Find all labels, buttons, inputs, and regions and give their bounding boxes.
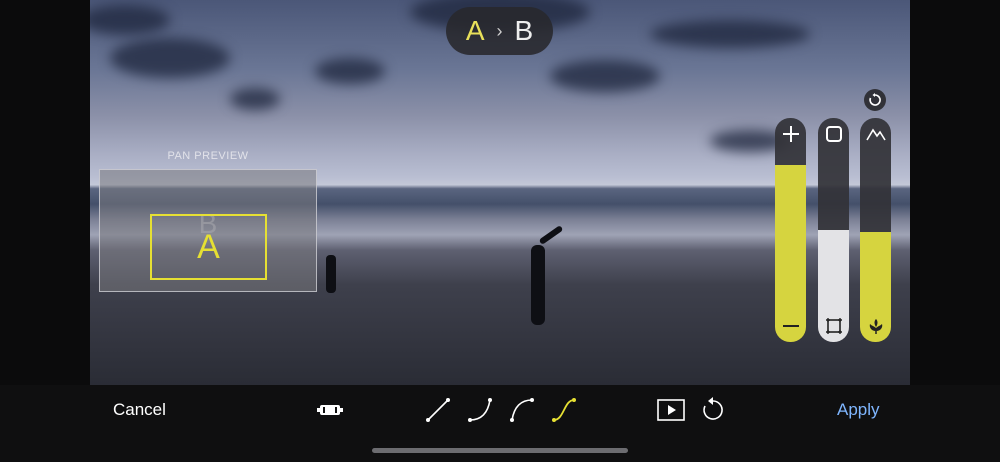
person-silhouette (531, 245, 545, 325)
ab-indicator[interactable]: A › B (446, 7, 553, 55)
toolbar-background (910, 385, 1000, 462)
cloud (315, 58, 385, 84)
cancel-button[interactable]: Cancel (113, 400, 166, 420)
square-icon (818, 124, 849, 144)
person-silhouette (538, 225, 564, 245)
crop-frame-icon (818, 316, 849, 336)
cloud (550, 60, 660, 92)
mountain-icon (860, 124, 891, 144)
cloud (650, 20, 810, 48)
linear-curve-icon[interactable] (424, 396, 452, 424)
person-silhouette (326, 255, 336, 293)
minus-icon (775, 316, 806, 336)
cloud (110, 38, 230, 78)
trim-handle-icon[interactable] (316, 396, 344, 424)
undo-icon[interactable] (699, 396, 727, 424)
play-icon[interactable] (657, 396, 685, 424)
pan-start-frame[interactable]: A (150, 214, 267, 280)
frame-slider[interactable] (818, 118, 849, 342)
ease-in-curve-icon[interactable] (466, 396, 494, 424)
apply-button[interactable]: Apply (837, 400, 880, 420)
point-b-label: B (514, 15, 534, 46)
flower-icon (860, 316, 891, 336)
plus-icon (775, 124, 806, 144)
chevron-right-icon: › (496, 20, 503, 41)
cloud (90, 5, 170, 35)
zoom-slider[interactable] (775, 118, 806, 342)
reset-icon[interactable] (864, 89, 886, 111)
ease-out-curve-icon[interactable] (508, 396, 536, 424)
toolbar-background (0, 385, 90, 462)
pan-preview-label: PAN PREVIEW (167, 150, 249, 162)
home-indicator (372, 448, 628, 453)
point-a-label: A (465, 15, 485, 46)
focus-slider[interactable] (860, 118, 891, 342)
pan-start-letter: A (197, 227, 220, 266)
cloud (230, 88, 280, 110)
pan-preview-box[interactable]: B A (99, 169, 317, 292)
ease-in-out-curve-icon[interactable] (550, 396, 578, 424)
